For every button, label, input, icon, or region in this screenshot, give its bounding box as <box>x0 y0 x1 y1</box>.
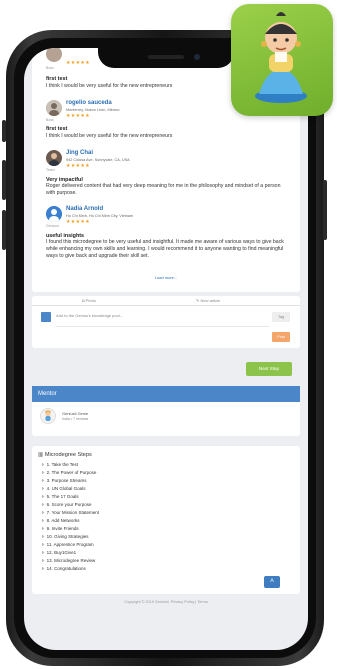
phone-screen: ★★★★★ Boss first test I think I would be… <box>24 48 308 650</box>
reviewer-location: Monterrey, Nuevo León, México <box>66 108 120 112</box>
composer-tabs: ◘ Photo ✎ New article <box>32 296 300 306</box>
reviewer-location: Ho Chi Minh, Ho Chi Minh City, Vietnam <box>66 214 134 218</box>
reviewer-location: 942 Colusa Ave, Sunnyvale, CA, USA <box>66 158 130 162</box>
steps-card: ▥ Microdegree Steps › 1. Take the Test › 2… <box>32 446 300 594</box>
step-item[interactable]: › 2. The Power of Purpose <box>42 470 96 476</box>
reviewer-badge: Boss <box>46 118 54 122</box>
chevron-right-icon: › <box>42 462 44 468</box>
chevron-right-icon: › <box>42 566 44 572</box>
tag-button[interactable]: Tag <box>272 312 290 322</box>
reviewer-name[interactable]: rogelio sauceda <box>66 100 112 106</box>
phone-power-button <box>323 180 327 240</box>
reviewer-name[interactable]: Jing Chai <box>66 150 93 156</box>
reviewer-avatar <box>46 206 62 222</box>
steps-title: ▥ Microdegree Steps <box>38 452 92 458</box>
chevron-right-icon: › <box>42 486 44 492</box>
tab-photo-label: Photo <box>85 298 96 303</box>
step-item[interactable]: › 4. UN Global Goals <box>42 486 85 492</box>
reviewer-badge: Boss <box>46 66 54 70</box>
chevron-right-icon: › <box>42 510 44 516</box>
steps-title-label: Microdegree Steps <box>44 452 92 458</box>
chevron-right-icon: › <box>42 550 44 556</box>
input-divider <box>56 326 269 327</box>
phone-notch <box>98 48 234 68</box>
step-item[interactable]: › 1. Take the Test <box>42 462 78 468</box>
bar-chart-icon: ▥ <box>38 452 44 458</box>
chevron-right-icon: › <box>42 542 44 548</box>
screenshot-stage: ★★★★★ Boss first test I think I would be… <box>0 0 337 669</box>
mentor-name[interactable]: Geniusli Genie <box>62 411 88 416</box>
pencil-icon: ✎ <box>196 298 200 303</box>
chevron-right-icon: › <box>42 478 44 484</box>
mentor-meta: India • 7 reviews <box>62 417 89 421</box>
user-avatar <box>41 312 51 322</box>
rating-stars: ★★★★★ <box>66 219 90 225</box>
scroll-to-top-button[interactable]: ˄ <box>264 576 280 588</box>
load-more-link[interactable]: Load more... <box>32 275 300 280</box>
step-item[interactable]: › 6. Score your Purpose <box>42 502 91 508</box>
reviewer-badge: Genious <box>46 224 60 228</box>
step-item[interactable]: › 3. Purpose Streams <box>42 478 86 484</box>
step-item[interactable]: › 8. Add Networks <box>42 518 79 524</box>
post-input[interactable]: Add to the Genius's knowledge pool... <box>56 313 123 318</box>
post-button[interactable]: Post <box>272 332 290 342</box>
phone-volume-up <box>2 160 6 200</box>
step-item[interactable]: › 11. Apprentice Program <box>42 542 94 548</box>
step-item[interactable]: › 10. Giving Strategies <box>42 534 88 540</box>
chevron-right-icon: › <box>42 518 44 524</box>
step-item[interactable]: › 12. Buy1Give1 <box>42 550 76 556</box>
review-title: first test <box>46 126 68 132</box>
tab-new-article-label: New article <box>200 298 221 303</box>
footer-text: Copyright © 2019 Geniusli. Privacy Polic… <box>124 600 208 604</box>
step-item[interactable]: › 5. The 17 Goals <box>42 494 79 500</box>
post-composer: ◘ Photo ✎ New article Add to the Genius'… <box>32 296 300 348</box>
next-step-button[interactable]: Next Step <box>246 362 292 376</box>
chevron-right-icon: › <box>42 526 44 532</box>
reviewer-avatar <box>46 100 62 116</box>
camera-icon: ◘ <box>82 298 85 303</box>
step-item[interactable]: › 14. Congratulations <box>42 566 86 572</box>
genie-avatar <box>40 408 56 424</box>
reviewer-name[interactable]: Nadia Arnold <box>66 206 103 212</box>
step-item[interactable]: › 13. Microdegree Review <box>42 558 95 564</box>
chevron-right-icon: › <box>42 470 44 476</box>
chevron-right-icon: › <box>42 494 44 500</box>
chevron-right-icon: › <box>42 534 44 540</box>
tab-photo[interactable]: ◘ Photo <box>82 298 96 303</box>
rating-stars: ★★★★★ <box>66 113 90 119</box>
phone-mute-switch <box>2 120 6 142</box>
tab-new-article[interactable]: ✎ New article <box>196 298 220 303</box>
mentor-header: Mentor <box>32 386 300 402</box>
phone-volume-down <box>2 210 6 250</box>
chevron-right-icon: › <box>42 558 44 564</box>
genie-app-icon <box>231 4 333 116</box>
reviewer-avatar <box>46 150 62 166</box>
rating-stars: ★★★★★ <box>66 60 90 66</box>
mentor-card: Mentor Geniusli Genie India • 7 reviews <box>32 386 300 436</box>
step-item[interactable]: › 7. Your Mission Statement <box>42 510 99 516</box>
review-title: first test <box>46 76 68 82</box>
step-item[interactable]: › 9. Invite Friends <box>42 526 79 532</box>
review-body: I found this microdegree to be very usef… <box>46 239 284 260</box>
reviewer-badge: Team <box>46 168 55 172</box>
chevron-up-icon: ˄ <box>269 578 275 585</box>
chevron-right-icon: › <box>42 502 44 508</box>
rating-stars: ★★★★★ <box>66 163 90 169</box>
review-body: Roger delivered content that had very de… <box>46 183 281 197</box>
review-body: I think I would be very useful for the n… <box>46 133 173 139</box>
reviewer-avatar <box>46 48 62 62</box>
